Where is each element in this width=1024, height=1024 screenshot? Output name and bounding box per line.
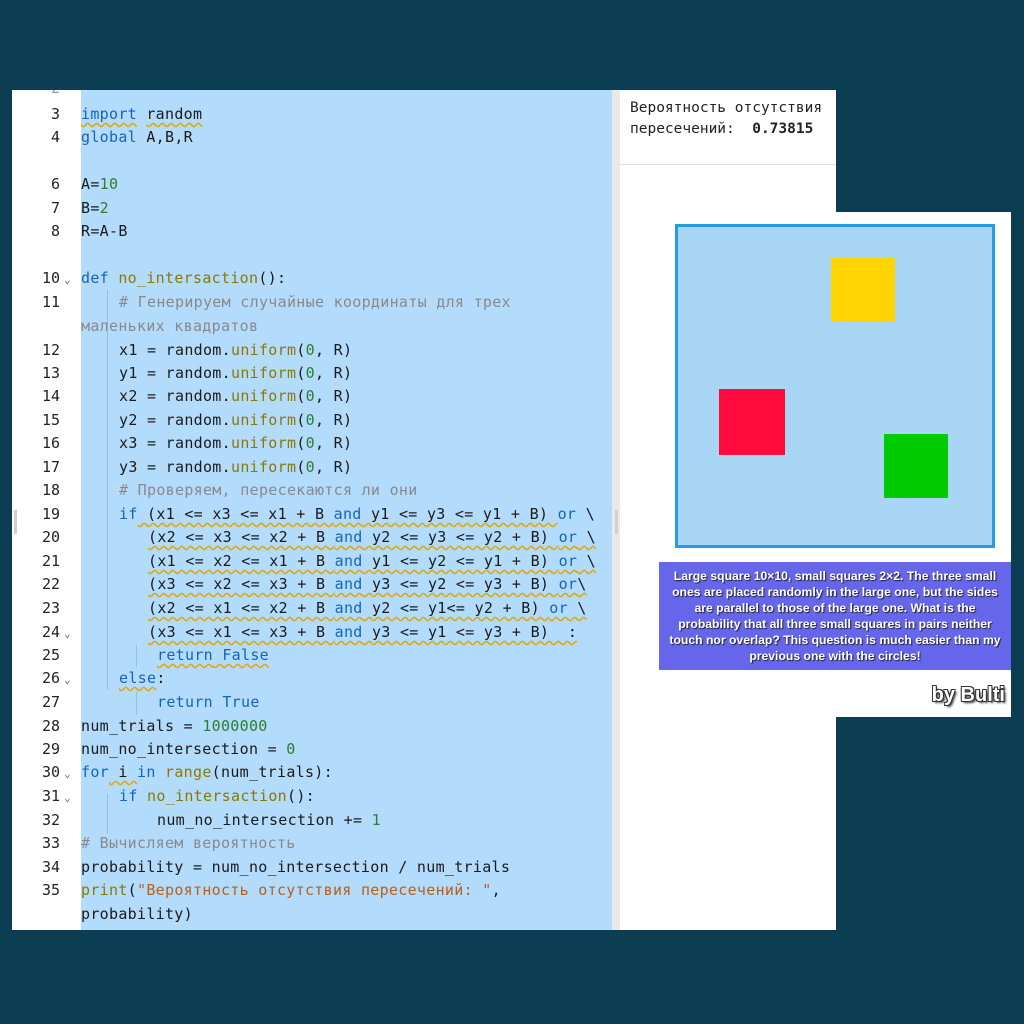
code-line: x2 = random.uniform(0, R) [119, 387, 353, 405]
line-number: 24 [41, 623, 60, 641]
code-line: (x2 <= x1 <= x2 + B and y2 <= y1<= y2 + … [148, 599, 587, 617]
code-text-area[interactable]: import random global A,B,R A=10 B=2 R=A-… [81, 90, 612, 930]
fold-chevron-icon[interactable]: ⌄ [64, 764, 71, 784]
code-line: y2 = random.uniform(0, R) [119, 411, 353, 429]
line-number: 3 [50, 105, 60, 123]
divider [620, 164, 836, 165]
code-line: def no_intersaction(): [81, 269, 287, 287]
line-number: 27 [41, 693, 60, 711]
code-line: import random [81, 105, 203, 123]
code-line: if no_intersaction(): [119, 787, 315, 805]
indent-guide [136, 692, 137, 714]
line-number: 18 [41, 481, 60, 499]
indent-guide [136, 645, 137, 667]
line-number: 28 [41, 717, 60, 735]
line-number: 21 [41, 552, 60, 570]
code-line: if (x1 <= x3 <= x1 + B and y1 <= y3 <= y… [119, 505, 595, 523]
line-number: 20 [41, 528, 60, 546]
line-number: 2 [12, 90, 60, 98]
line-number: 11 [41, 293, 60, 311]
code-line: B=2 [81, 199, 110, 217]
indent-guide [107, 794, 108, 834]
yellow-square [831, 257, 895, 321]
output-line: Вероятность отсутствия [630, 100, 823, 116]
code-comment: # Генерируем случайные координаты для тр… [119, 293, 511, 311]
code-line: (x2 <= x3 <= x2 + B and y2 <= y3 <= y2 +… [148, 528, 596, 546]
red-square [719, 389, 785, 455]
line-number: 13 [41, 364, 60, 382]
code-comment: # Проверяем, пересекаются ли они [119, 481, 418, 499]
line-number-gutter: 2 3 4 6 7 8 10 ⌄ 11 12 13 14 15 16 17 18… [12, 90, 81, 930]
caption-text: Large square 10×10, small squares 2×2. T… [659, 562, 1011, 670]
line-number: 34 [41, 858, 60, 876]
resize-handle[interactable] [615, 510, 618, 534]
fold-chevron-icon[interactable]: ⌄ [64, 270, 71, 290]
line-number: 10 [41, 269, 60, 287]
line-number: 17 [41, 458, 60, 476]
code-line: else: [119, 669, 166, 687]
line-number: 6 [50, 175, 60, 193]
line-number: 29 [41, 740, 60, 758]
code-line: global A,B,R [81, 128, 193, 146]
code-line: return True [157, 693, 260, 711]
code-line: return False [157, 646, 269, 664]
code-line: num_no_intersection += 1 [157, 811, 381, 829]
output-text: Вероятность отсутствия пересечений: 0.73… [630, 98, 822, 140]
line-number: 4 [50, 128, 60, 146]
code-line: (x3 <= x2 <= x3 + B and y3 <= y2 <= y3 +… [148, 575, 587, 593]
line-number: 19 [41, 505, 60, 523]
line-number: 8 [50, 222, 60, 240]
line-number: 16 [41, 434, 60, 452]
fold-chevron-icon[interactable]: ⌄ [64, 670, 71, 690]
indent-guide [107, 290, 108, 690]
line-number: 25 [41, 646, 60, 664]
code-line: for i in range(num_trials): [81, 763, 333, 781]
code-line: x1 = random.uniform(0, R) [119, 341, 353, 359]
line-number: 12 [41, 341, 60, 359]
line-number: 32 [41, 811, 60, 829]
line-number: 7 [50, 199, 60, 217]
line-number: 15 [41, 411, 60, 429]
output-line: пересечений: 0.73815 [630, 121, 814, 137]
code-line: (x1 <= x2 <= x1 + B and y1 <= y2 <= y1 +… [148, 552, 596, 570]
code-line: probability) [81, 905, 193, 923]
code-line: print("Вероятность отсутствия пересечени… [81, 881, 501, 899]
fold-chevron-icon[interactable]: ⌄ [64, 788, 71, 808]
author-byline: by Bulti [931, 684, 1005, 706]
line-number: 31 [41, 787, 60, 805]
scroll-handle[interactable] [14, 510, 17, 534]
green-square [884, 434, 948, 498]
line-number: 23 [41, 599, 60, 617]
line-number: 30 [41, 763, 60, 781]
code-line: R=A-B [81, 222, 128, 240]
line-number: 14 [41, 387, 60, 405]
code-editor[interactable]: 2 3 4 6 7 8 10 ⌄ 11 12 13 14 15 16 17 18… [12, 90, 612, 930]
probability-value: 0.73815 [752, 121, 814, 137]
code-comment: # Вычисляем вероятность [81, 834, 296, 852]
code-line: y1 = random.uniform(0, R) [119, 364, 353, 382]
code-line: A=10 [81, 175, 119, 193]
code-line: num_no_intersection = 0 [81, 740, 296, 758]
problem-card: Large square 10×10, small squares 2×2. T… [659, 212, 1011, 717]
line-number: 22 [41, 575, 60, 593]
fold-chevron-icon[interactable]: ⌄ [64, 624, 71, 644]
code-line: (x3 <= x1 <= x3 + B and y3 <= y1 <= y3 +… [148, 623, 578, 641]
line-number: 26 [41, 669, 60, 687]
code-comment: маленьких квадратов [81, 317, 259, 335]
large-square [675, 224, 995, 548]
line-number: 35 [41, 881, 60, 899]
code-line: num_trials = 1000000 [81, 717, 268, 735]
code-line: x3 = random.uniform(0, R) [119, 434, 353, 452]
line-number: 33 [41, 834, 60, 852]
code-line: y3 = random.uniform(0, R) [119, 458, 353, 476]
code-line: probability = num_no_intersection / num_… [81, 858, 511, 876]
